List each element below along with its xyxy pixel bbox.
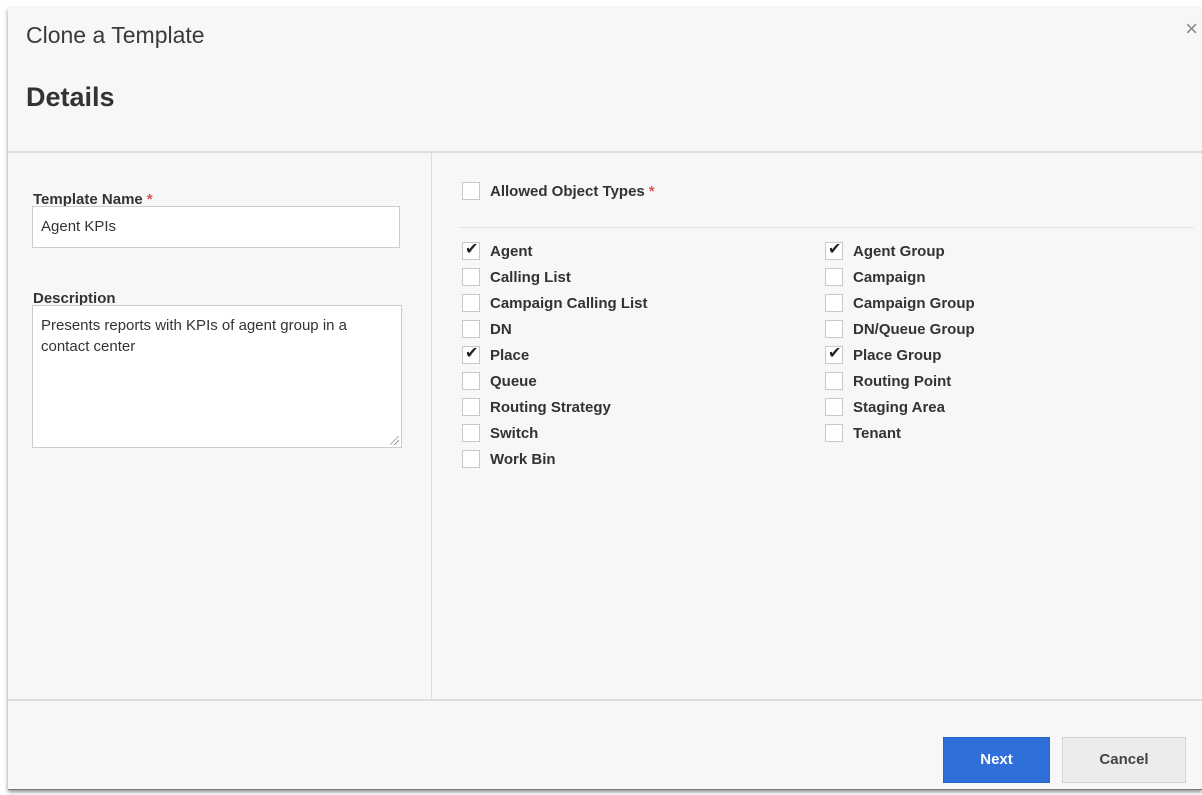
dialog-header: Clone a Template × Details [8, 8, 1202, 151]
object-type-routing-point[interactable]: Routing Point [825, 370, 951, 392]
checkbox-label: Work Bin [490, 450, 556, 468]
checkbox-label: Place [490, 346, 530, 364]
object-type-agent[interactable]: ✔ Agent [462, 240, 533, 262]
object-type-place-group[interactable]: ✔ Place Group [825, 344, 941, 366]
allowed-object-types-row[interactable]: Allowed Object Types * [462, 180, 655, 202]
checkbox-label: Routing Strategy [490, 398, 611, 416]
resize-grip-icon[interactable] [390, 436, 399, 445]
checkbox[interactable] [825, 424, 843, 442]
object-type-dn-queue-group[interactable]: DN/Queue Group [825, 318, 975, 340]
checkbox-label: Campaign [853, 268, 926, 286]
checkmark-icon: ✔ [465, 241, 479, 258]
checkbox-label: Agent Group [853, 242, 945, 260]
object-type-agent-group[interactable]: ✔ Agent Group [825, 240, 945, 262]
checkbox[interactable]: ✔ [462, 345, 480, 364]
object-type-switch[interactable]: Switch [462, 422, 538, 444]
object-type-campaign-calling-list[interactable]: Campaign Calling List [462, 292, 648, 314]
checkbox-label: Routing Point [853, 372, 952, 390]
checkbox[interactable] [462, 294, 480, 312]
checkbox[interactable] [462, 268, 480, 286]
checkbox-label: Queue [490, 372, 537, 390]
close-icon[interactable]: × [1185, 18, 1198, 40]
object-type-tenant[interactable]: Tenant [825, 422, 901, 444]
dialog-title: Clone a Template [26, 22, 205, 48]
checkbox-label: Staging Area [853, 398, 945, 416]
checkbox-label: Campaign Group [853, 294, 975, 312]
checkbox[interactable] [462, 398, 480, 416]
object-type-calling-list[interactable]: Calling List [462, 266, 571, 288]
checkbox[interactable] [825, 268, 843, 286]
select-all-checkbox[interactable] [462, 182, 480, 200]
checkbox-label: DN [490, 320, 512, 338]
object-type-campaign-group[interactable]: Campaign Group [825, 292, 975, 314]
object-type-staging-area[interactable]: Staging Area [825, 396, 945, 418]
checkbox-label: DN/Queue Group [853, 320, 975, 338]
checkmark-icon: ✔ [828, 241, 842, 258]
object-type-routing-strategy[interactable]: Routing Strategy [462, 396, 611, 418]
allowed-object-types-label: Allowed Object Types * [490, 182, 655, 200]
checkbox[interactable] [462, 424, 480, 442]
checkbox[interactable] [462, 372, 480, 390]
template-name-input[interactable]: Agent KPIs [32, 206, 400, 248]
dialog-footer: Next Cancel [8, 701, 1202, 789]
object-type-dn[interactable]: DN [462, 318, 512, 340]
checkbox-label: Place Group [853, 346, 942, 364]
object-type-queue[interactable]: Queue [462, 370, 537, 392]
checkbox[interactable]: ✔ [825, 345, 843, 364]
details-left-pane: Template Name * Agent KPIs Description Pr… [8, 153, 431, 699]
object-types-pane: Allowed Object Types * ✔ Agent Calling List… [432, 153, 1202, 699]
checkbox[interactable] [462, 320, 480, 338]
checkbox[interactable]: ✔ [462, 241, 480, 260]
object-type-place[interactable]: ✔ Place [462, 344, 529, 366]
clone-template-dialog: Clone a Template × Details Template Name… [8, 8, 1202, 790]
next-button[interactable]: Next [943, 737, 1050, 783]
section-title: Details [26, 82, 115, 112]
checkbox-label: Tenant [853, 424, 902, 442]
checkbox[interactable] [825, 294, 843, 312]
checkbox[interactable]: ✔ [825, 241, 843, 260]
checkbox[interactable] [825, 372, 843, 390]
checkmark-icon: ✔ [465, 345, 479, 362]
checkbox-label: Campaign Calling List [490, 294, 648, 312]
checkmark-icon: ✔ [828, 345, 842, 362]
object-type-campaign[interactable]: Campaign [825, 266, 926, 288]
checkbox[interactable] [462, 450, 480, 468]
checkbox-label: Calling List [490, 268, 571, 286]
required-asterisk: * [648, 182, 655, 200]
description-textarea[interactable]: Presents reports with KPIs of agent grou… [32, 305, 402, 448]
description-text: Presents reports with KPIs of agent grou… [41, 317, 347, 355]
object-type-work-bin[interactable]: Work Bin [462, 448, 556, 470]
checkbox[interactable] [825, 320, 843, 338]
checkbox-label: Agent [490, 242, 533, 260]
cancel-button[interactable]: Cancel [1062, 737, 1186, 783]
object-types-divider [460, 227, 1194, 228]
checkbox-label: Switch [490, 424, 539, 442]
checkbox[interactable] [825, 398, 843, 416]
